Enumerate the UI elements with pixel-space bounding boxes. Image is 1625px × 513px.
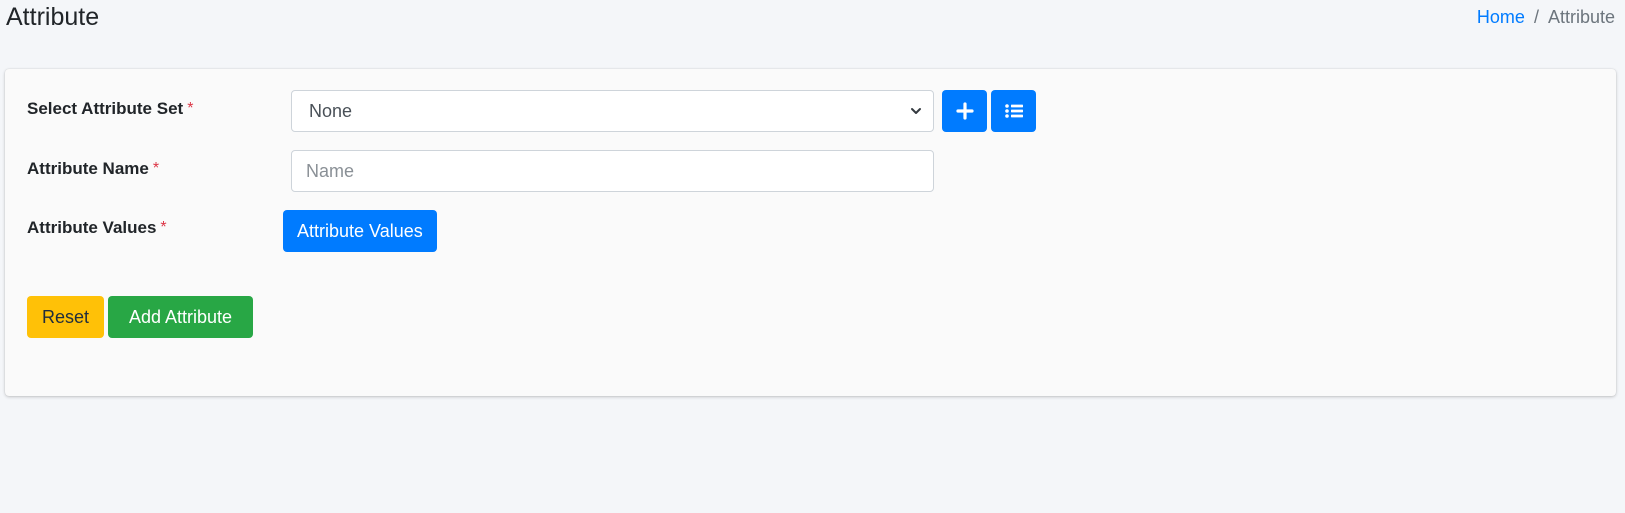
- required-marker: *: [160, 219, 167, 236]
- attribute-values-label-row: Attribute Values *: [27, 218, 167, 238]
- breadcrumb-separator: /: [1533, 7, 1539, 27]
- add-attribute-button[interactable]: Add Attribute: [108, 296, 253, 338]
- attribute-set-select[interactable]: None: [291, 90, 934, 132]
- page: Attribute Home / Attribute Select Attrib…: [0, 0, 1625, 513]
- list-attribute-sets-button[interactable]: [991, 90, 1036, 132]
- attribute-name-label-row: Attribute Name *: [27, 159, 159, 179]
- breadcrumb-home-link[interactable]: Home: [1477, 7, 1525, 28]
- add-attribute-set-button[interactable]: [942, 90, 987, 132]
- required-marker: *: [187, 100, 194, 117]
- attribute-set-label-row: Select Attribute Set *: [27, 99, 193, 119]
- list-icon: [1004, 104, 1023, 118]
- page-title: Attribute: [6, 3, 100, 31]
- reset-button[interactable]: Reset: [27, 296, 104, 338]
- attribute-set-selected-value: None: [309, 100, 353, 121]
- plus-icon: [955, 102, 974, 120]
- attribute-set-label: Select Attribute Set: [27, 99, 184, 118]
- breadcrumb: Home / Attribute: [1477, 7, 1615, 28]
- attribute-form-card: Select Attribute Set * None Attribute Na…: [5, 69, 1616, 396]
- required-marker: *: [152, 160, 160, 177]
- attribute-values-button[interactable]: Attribute Values: [283, 210, 437, 252]
- breadcrumb-current: Attribute: [1547, 7, 1615, 27]
- chevron-down-icon: [911, 108, 921, 114]
- attribute-values-label: Attribute Values: [27, 218, 157, 237]
- attribute-name-label: Attribute Name: [27, 159, 149, 178]
- attribute-name-input[interactable]: [291, 150, 934, 192]
